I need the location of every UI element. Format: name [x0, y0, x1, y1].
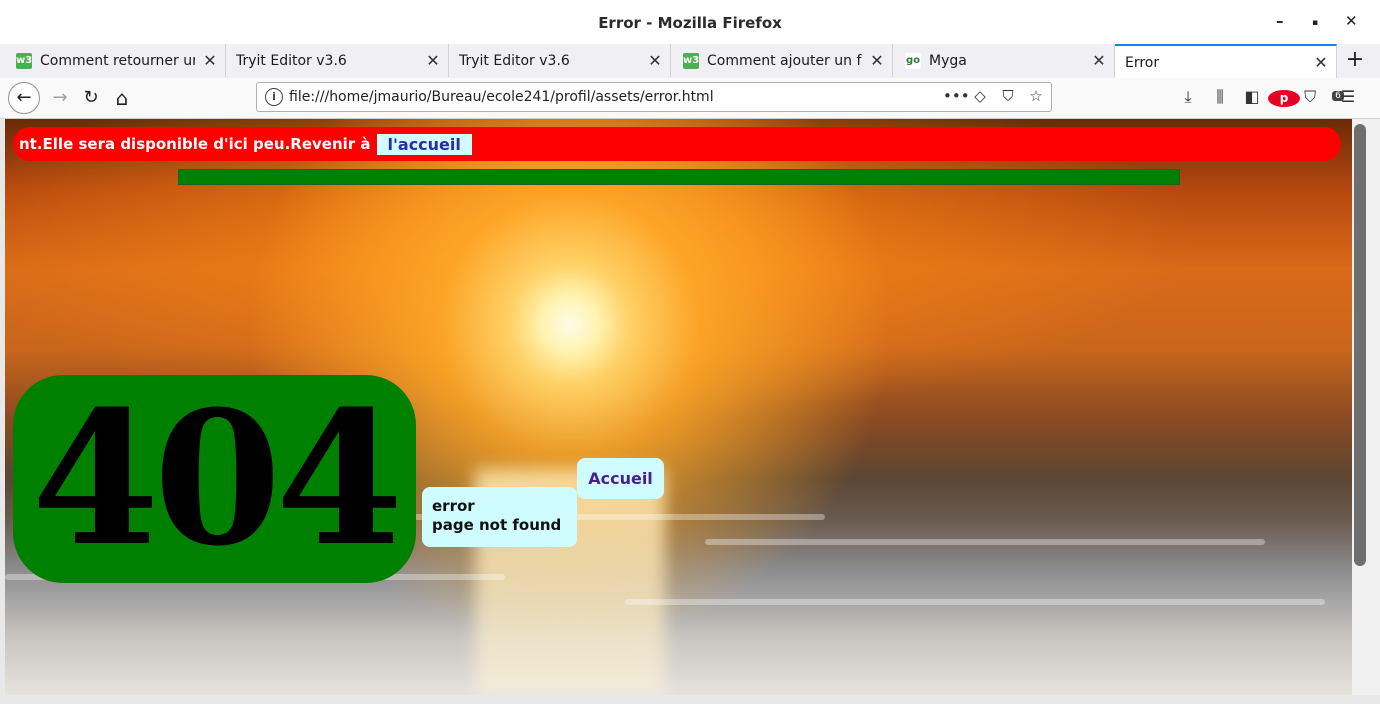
- window-title: Error - Mozilla Firefox: [598, 14, 782, 32]
- maximize-button[interactable]: ▪: [1312, 18, 1318, 28]
- tab-comment-retourner[interactable]: w3 Comment retourner une ✕: [4, 44, 226, 77]
- wave-decoration: [625, 599, 1325, 605]
- home-button[interactable]: ⌂: [108, 84, 136, 112]
- accueil-button[interactable]: Accueil: [577, 458, 664, 499]
- tab-label: Tryit Editor v3.6: [459, 52, 570, 69]
- tab-close-icon[interactable]: ✕: [640, 51, 670, 70]
- menu-icon[interactable]: ☰: [1332, 87, 1364, 107]
- tab-tryit-editor-1[interactable]: Tryit Editor v3.6 ✕: [226, 44, 449, 77]
- reload-button[interactable]: ↻: [77, 84, 105, 112]
- tab-label: Comment ajouter un for: [707, 52, 862, 69]
- tab-close-icon[interactable]: ✕: [418, 51, 448, 70]
- navigation-toolbar: ← → ↻ ⌂ i file:///home/jmaurio/Bureau/ec…: [0, 78, 1380, 119]
- forward-button[interactable]: →: [46, 84, 74, 112]
- library-icon[interactable]: ⫼: [1204, 87, 1236, 107]
- scrollbar-thumb[interactable]: [1354, 124, 1366, 566]
- myga-favicon-icon: go: [905, 52, 921, 69]
- bookmark-star-icon[interactable]: ☆: [1027, 87, 1045, 105]
- tab-error[interactable]: Error ✕: [1115, 44, 1337, 79]
- downloads-icon[interactable]: ⤓: [1172, 87, 1204, 107]
- tab-myga[interactable]: go Myga ✕: [893, 44, 1115, 77]
- pocket-extension-icon[interactable]: ⛉ 6: [1300, 87, 1344, 107]
- tab-close-icon[interactable]: ✕: [1306, 53, 1336, 72]
- pinterest-extension-icon[interactable]: p: [1268, 87, 1300, 107]
- save-to-pocket-icon[interactable]: ⛉: [999, 87, 1017, 105]
- tab-strip: w3 Comment retourner une ✕ Tryit Editor …: [0, 44, 1380, 79]
- page-viewport: nt.Elle sera disponible d'ici peu.Reveni…: [5, 119, 1352, 695]
- wave-decoration: [705, 539, 1265, 545]
- sidebar-icon[interactable]: ◧: [1236, 87, 1268, 107]
- close-window-button[interactable]: ✕: [1345, 12, 1358, 30]
- tab-label: Error: [1125, 54, 1160, 71]
- site-info-icon[interactable]: i: [265, 88, 283, 106]
- tab-comment-ajouter[interactable]: w3 Comment ajouter un for ✕: [671, 44, 893, 77]
- w3schools-favicon-icon: w3: [16, 52, 32, 69]
- page-not-found-label: page not found: [432, 516, 562, 534]
- error-message-box: error page not found: [422, 487, 577, 547]
- tab-close-icon[interactable]: ✕: [1084, 51, 1114, 70]
- w3schools-favicon-icon: w3: [683, 52, 699, 69]
- tab-close-icon[interactable]: ✕: [862, 51, 892, 70]
- tab-tryit-editor-2[interactable]: Tryit Editor v3.6 ✕: [449, 44, 671, 77]
- pocket-icon[interactable]: ◇: [971, 87, 989, 105]
- green-divider-bar: [178, 169, 1180, 185]
- tab-close-icon[interactable]: ✕: [195, 51, 225, 70]
- tab-label: Tryit Editor v3.6: [236, 52, 347, 69]
- url-bar[interactable]: i file:///home/jmaurio/Bureau/ecole241/p…: [256, 82, 1052, 112]
- pinterest-icon: p: [1268, 90, 1300, 107]
- error-label: error: [432, 497, 475, 515]
- notice-text: nt.Elle sera disponible d'ici peu.Reveni…: [19, 135, 371, 153]
- tab-label: Myga: [929, 52, 967, 69]
- tab-label: Comment retourner une: [40, 52, 195, 69]
- scrolling-notice-banner: nt.Elle sera disponible d'ici peu.Reveni…: [13, 127, 1341, 161]
- url-text[interactable]: file:///home/jmaurio/Bureau/ecole241/pro…: [289, 89, 714, 105]
- home-link[interactable]: l'accueil: [376, 133, 472, 155]
- window-titlebar: Error - Mozilla Firefox – ▪ ✕: [0, 0, 1380, 45]
- minimize-button[interactable]: –: [1276, 12, 1284, 30]
- page-actions-icon[interactable]: •••: [943, 87, 970, 105]
- error-code-block: 404: [13, 375, 416, 583]
- new-tab-button[interactable]: +: [1340, 44, 1370, 78]
- back-button[interactable]: ←: [8, 82, 40, 114]
